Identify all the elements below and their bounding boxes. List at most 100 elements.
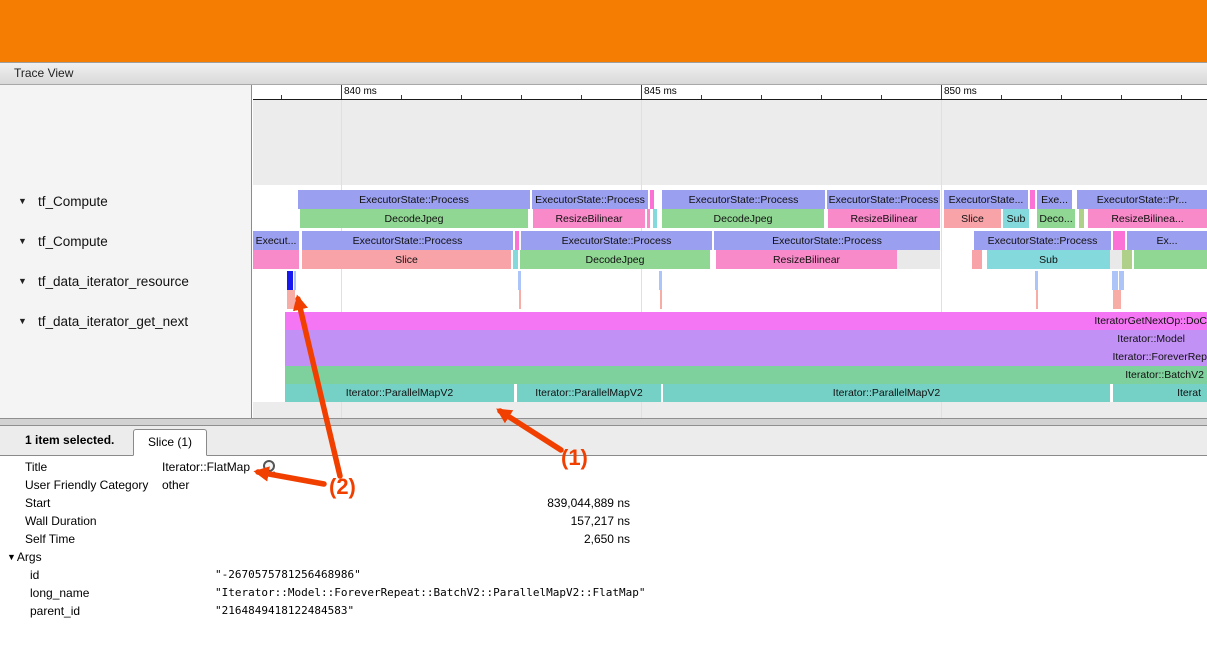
trace-body: tf_Compute tf_Compute tf_data_iterator_r… bbox=[0, 85, 1207, 418]
trace-slice[interactable] bbox=[897, 250, 940, 269]
trace-slice[interactable] bbox=[1035, 271, 1038, 290]
trace-slice[interactable]: ResizeBilinear bbox=[533, 209, 645, 228]
trace-slice[interactable]: Iterator::ParallelMapV2 bbox=[517, 384, 661, 402]
track-row-tf-compute-1[interactable]: tf_Compute bbox=[0, 191, 251, 211]
trace-slice[interactable] bbox=[653, 209, 657, 228]
trace-slice[interactable]: ExecutorState::Process bbox=[974, 231, 1111, 250]
trace-slice[interactable] bbox=[972, 250, 982, 269]
trace-slice[interactable]: ResizeBilinear bbox=[828, 209, 940, 228]
trace-slice[interactable] bbox=[1119, 271, 1124, 290]
trace-slice[interactable]: ExecutorState::Pr... bbox=[1077, 190, 1207, 209]
trace-slice[interactable] bbox=[647, 209, 650, 228]
field-value: "-2670575781256468986" bbox=[215, 566, 361, 584]
trace-slice[interactable] bbox=[518, 271, 521, 290]
trace-slice[interactable] bbox=[1079, 209, 1084, 228]
trace-slice[interactable]: ResizeBilinea... bbox=[1088, 209, 1207, 228]
trace-slice-label: ExecutorState::Pr... bbox=[1097, 194, 1187, 206]
trace-slice[interactable] bbox=[513, 250, 518, 269]
trace-slice[interactable] bbox=[1112, 271, 1118, 290]
trace-slice[interactable]: ExecutorState::Process bbox=[714, 231, 940, 250]
trace-slice[interactable]: Execut... bbox=[253, 231, 299, 250]
collapse-arrow-icon[interactable] bbox=[18, 311, 38, 332]
trace-slice[interactable]: ExecutorState... bbox=[944, 190, 1028, 209]
trace-slice[interactable]: IteratorGetNextOp::DoC bbox=[285, 312, 1207, 330]
collapse-arrow-icon[interactable] bbox=[18, 271, 38, 292]
trace-slice-label: Iterator::ParallelMapV2 bbox=[535, 387, 642, 399]
track-label: tf_data_iterator_get_next bbox=[38, 314, 188, 329]
detail-row-arg-parent-id: parent_id "2164849418122484583" bbox=[0, 602, 1207, 620]
trace-slice[interactable]: ExecutorState::Process bbox=[298, 190, 530, 209]
ruler-minor-tick bbox=[521, 95, 522, 99]
field-label: long_name bbox=[30, 584, 89, 602]
trace-slice-label: DecodeJpeg bbox=[385, 213, 444, 225]
trace-slice[interactable]: Deco... bbox=[1037, 209, 1075, 228]
track-row-tf-data-iterator-resource[interactable]: tf_data_iterator_resource bbox=[0, 271, 251, 291]
args-section-header[interactable]: Args bbox=[0, 548, 1207, 566]
trace-slice[interactable] bbox=[1113, 231, 1125, 250]
trace-slice[interactable]: DecodeJpeg bbox=[300, 209, 528, 228]
trace-slice[interactable]: Iterator::ForeverRep bbox=[285, 348, 1207, 366]
trace-slice[interactable]: Iterator::BatchV2 bbox=[285, 366, 1207, 384]
magnifier-icon[interactable] bbox=[263, 460, 278, 475]
field-value: "2164849418122484583" bbox=[215, 602, 354, 620]
collapse-arrow-icon[interactable] bbox=[18, 231, 38, 252]
trace-slice-label: Sub bbox=[1039, 254, 1058, 266]
track-row-tf-compute-2[interactable]: tf_Compute bbox=[0, 231, 251, 251]
timeline-ruler[interactable]: 840 ms845 ms850 ms bbox=[253, 85, 1207, 100]
track-row-tf-data-iterator-get-next[interactable]: tf_data_iterator_get_next bbox=[0, 311, 251, 331]
trace-slice[interactable] bbox=[659, 271, 662, 290]
ruler-minor-tick bbox=[761, 95, 762, 99]
trace-slice[interactable]: ExecutorState::Process bbox=[827, 190, 940, 209]
trace-slice[interactable]: ExecutorState::Process bbox=[521, 231, 712, 250]
trace-slice[interactable]: ResizeBilinear bbox=[716, 250, 897, 269]
trace-slice[interactable] bbox=[1036, 290, 1038, 309]
trace-slice[interactable] bbox=[1113, 290, 1121, 309]
field-value: Iterator::FlatMap bbox=[162, 458, 250, 476]
field-label: id bbox=[30, 566, 39, 584]
trace-slice[interactable]: DecodeJpeg bbox=[520, 250, 710, 269]
tab-slice[interactable]: Slice (1) bbox=[133, 429, 207, 456]
trace-slice[interactable]: Iterat bbox=[1113, 384, 1207, 402]
trace-slice[interactable]: Iterator::Model bbox=[285, 330, 1207, 348]
trace-slice[interactable] bbox=[287, 271, 293, 290]
trace-slice[interactable] bbox=[253, 250, 299, 269]
trace-slice[interactable]: Exe... bbox=[1037, 190, 1072, 209]
trace-slice-label: Execut... bbox=[256, 235, 297, 247]
trace-slice[interactable]: ExecutorState::Process bbox=[662, 190, 825, 209]
ruler-major-tick: 850 ms bbox=[941, 85, 942, 99]
panel-splitter[interactable] bbox=[0, 418, 1207, 426]
trace-slice-label: Iterator::ForeverRep bbox=[1112, 351, 1207, 363]
details-panel: 1 item selected. Slice (1) Title Iterato… bbox=[0, 426, 1207, 664]
collapse-arrow-icon[interactable] bbox=[18, 191, 38, 212]
timeline-canvas[interactable]: ExecutorState::ProcessExecutorState::Pro… bbox=[253, 100, 1207, 418]
trace-slice[interactable] bbox=[1134, 250, 1207, 269]
trace-slice-label: Iterator::Model bbox=[1117, 333, 1185, 345]
ruler-minor-tick bbox=[1181, 95, 1182, 99]
trace-slice[interactable]: Iterator::ParallelMapV2 bbox=[663, 384, 1110, 402]
trace-slice[interactable]: Sub bbox=[987, 250, 1110, 269]
trace-slice[interactable]: Sub bbox=[1003, 209, 1029, 228]
trace-slice[interactable] bbox=[660, 290, 662, 309]
trace-slice[interactable]: Slice bbox=[944, 209, 1001, 228]
trace-slice[interactable]: Slice bbox=[302, 250, 511, 269]
trace-slice[interactable]: Ex... bbox=[1127, 231, 1207, 250]
trace-slice[interactable]: ExecutorState::Process bbox=[302, 231, 513, 250]
trace-slice[interactable] bbox=[1030, 190, 1035, 209]
field-label: parent_id bbox=[30, 602, 80, 620]
ruler-minor-tick bbox=[1001, 95, 1002, 99]
trace-slice[interactable] bbox=[519, 290, 521, 309]
trace-viewer-window: Trace View tf_Compute tf_Compute tf_data… bbox=[0, 0, 1207, 664]
field-value: 839,044,889 ns bbox=[300, 494, 630, 512]
trace-slice[interactable] bbox=[515, 231, 519, 250]
trace-slice[interactable]: Iterator::ParallelMapV2 bbox=[285, 384, 514, 402]
trace-slice[interactable] bbox=[287, 290, 295, 309]
trace-slice[interactable] bbox=[1110, 250, 1122, 269]
trace-slice-label: DecodeJpeg bbox=[714, 213, 773, 225]
trace-slice[interactable]: ExecutorState::Process bbox=[532, 190, 648, 209]
ruler-minor-tick bbox=[281, 95, 282, 99]
trace-slice-label: ExecutorState::Process bbox=[562, 235, 672, 247]
trace-slice[interactable] bbox=[294, 271, 296, 290]
trace-slice[interactable]: DecodeJpeg bbox=[662, 209, 824, 228]
trace-slice[interactable] bbox=[1122, 250, 1132, 269]
trace-slice[interactable] bbox=[650, 190, 654, 209]
